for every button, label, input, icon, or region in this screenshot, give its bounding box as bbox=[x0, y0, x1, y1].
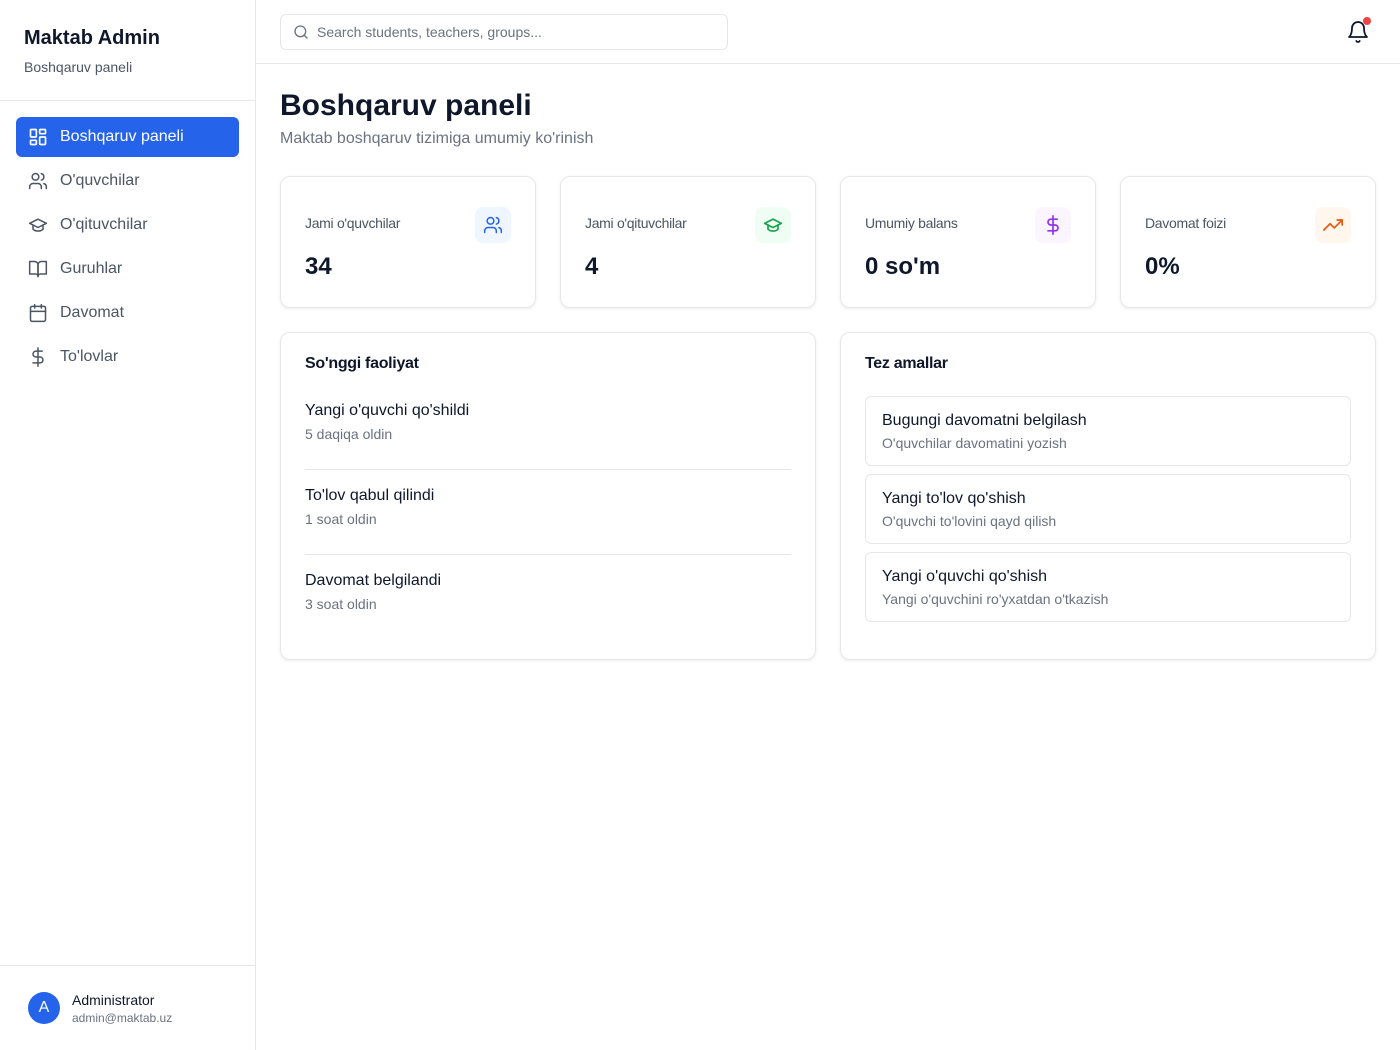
sidebar-item-label: Davomat bbox=[60, 304, 125, 321]
notification-dot bbox=[1363, 17, 1371, 25]
page-subtitle: Maktab boshqaruv tizimiga umumiy ko'rini… bbox=[280, 130, 594, 147]
page-title: Boshqaruv paneli bbox=[280, 89, 532, 122]
sidebar: Maktab Admin Boshqaruv paneli Boshqaruv … bbox=[0, 0, 256, 1050]
search-icon bbox=[294, 25, 308, 39]
activity-time: 3 soat oldin bbox=[305, 596, 377, 612]
dashboard-icon bbox=[28, 127, 48, 147]
action-title: Yangi to'lov qo'shish bbox=[882, 490, 1026, 507]
avatar: A bbox=[28, 992, 60, 1024]
add-student-button[interactable]: Yangi o'quvchi qo'shish Yangi o'quvchini… bbox=[865, 552, 1351, 622]
list-item: To'lov qabul qilindi 1 soat oldin bbox=[305, 470, 791, 555]
mark-attendance-button[interactable]: Bugungi davomatni belgilash O'quvchilar … bbox=[865, 396, 1351, 466]
action-description: O'quvchilar davomatini yozish bbox=[882, 435, 1067, 451]
sidebar-item-davomat[interactable]: Davomat bbox=[16, 293, 239, 333]
panel-title: Tez amallar bbox=[865, 355, 948, 372]
stat-card-students: Jami o'quvchilar 34 bbox=[280, 176, 536, 308]
sidebar-item-guruhlar[interactable]: Guruhlar bbox=[16, 249, 239, 289]
activity-time: 1 soat oldin bbox=[305, 511, 377, 527]
stats-row: Jami o'quvchilar 34 Jami o'qituvchilar 4… bbox=[280, 176, 1376, 308]
user-profile[interactable]: A Administrator admin@maktab.uz bbox=[0, 965, 255, 1050]
sidebar-item-label: O'qituvchilar bbox=[60, 216, 148, 233]
stat-value: 0% bbox=[1145, 253, 1180, 280]
activity-title: Davomat belgilandi bbox=[305, 572, 442, 589]
dollar-icon bbox=[28, 347, 48, 367]
calendar-icon bbox=[28, 303, 48, 323]
list-item: Davomat belgilandi 3 soat oldin bbox=[305, 555, 791, 640]
sidebar-item-oquvchilar[interactable]: O'quvchilar bbox=[16, 161, 239, 201]
quick-actions-panel: Tez amallar Bugungi davomatni belgilash … bbox=[840, 332, 1376, 660]
add-payment-button[interactable]: Yangi to'lov qo'shish O'quvchi to'lovini… bbox=[865, 474, 1351, 544]
search-box bbox=[280, 14, 728, 50]
activity-title: Yangi o'quvchi qo'shildi bbox=[305, 402, 470, 419]
recent-activity-panel: So'nggi faoliyat Yangi o'quvchi qo'shild… bbox=[280, 332, 816, 660]
stat-value: 0 so'm bbox=[865, 253, 941, 280]
graduation-cap-icon bbox=[755, 207, 791, 243]
activity-title: To'lov qabul qilindi bbox=[305, 487, 435, 504]
dollar-icon bbox=[1035, 207, 1071, 243]
activity-time: 5 daqiqa oldin bbox=[305, 426, 393, 442]
book-open-icon bbox=[28, 259, 48, 279]
stat-card-attendance: Davomat foizi 0% bbox=[1120, 176, 1376, 308]
sidebar-item-oqituvchilar[interactable]: O'qituvchilar bbox=[16, 205, 239, 245]
action-description: Yangi o'quvchini ro'yxatdan o'tkazish bbox=[882, 591, 1109, 607]
user-email: admin@maktab.uz bbox=[72, 1010, 173, 1025]
users-icon bbox=[475, 207, 511, 243]
user-name: Administrator bbox=[72, 991, 155, 1008]
topbar bbox=[256, 0, 1400, 64]
action-title: Bugungi davomatni belgilash bbox=[882, 412, 1087, 429]
search-input[interactable] bbox=[317, 24, 717, 40]
stat-card-balance: Umumiy balans 0 so'm bbox=[840, 176, 1096, 308]
stat-value: 34 bbox=[305, 253, 332, 280]
actions-list: Bugungi davomatni belgilash O'quvchilar … bbox=[865, 396, 1351, 622]
users-icon bbox=[28, 171, 48, 191]
action-title: Yangi o'quvchi qo'shish bbox=[882, 568, 1048, 585]
stat-card-teachers: Jami o'qituvchilar 4 bbox=[560, 176, 816, 308]
brand-subtitle: Boshqaruv paneli bbox=[24, 59, 133, 75]
sidebar-item-tolovlar[interactable]: To'lovlar bbox=[16, 337, 239, 377]
sidebar-item-label: Boshqaruv paneli bbox=[60, 128, 184, 145]
sidebar-item-label: O'quvchilar bbox=[60, 172, 140, 189]
sidebar-item-label: To'lovlar bbox=[60, 348, 119, 365]
trending-up-icon bbox=[1315, 207, 1351, 243]
action-description: O'quvchi to'lovini qayd qilish bbox=[882, 513, 1057, 529]
graduation-cap-icon bbox=[28, 215, 48, 235]
sidebar-nav: Boshqaruv paneli O'quvchilar O'qituvchil… bbox=[0, 101, 255, 377]
brand: Maktab Admin Boshqaruv paneli bbox=[0, 0, 255, 101]
main-content: Boshqaruv paneli Maktab boshqaruv tizimi… bbox=[280, 64, 1376, 660]
activity-list: Yangi o'quvchi qo'shildi 5 daqiqa oldin … bbox=[305, 401, 791, 640]
notifications-button[interactable] bbox=[1346, 17, 1371, 44]
panels-row: So'nggi faoliyat Yangi o'quvchi qo'shild… bbox=[280, 332, 1376, 660]
sidebar-item-label: Guruhlar bbox=[60, 260, 123, 277]
stat-value: 4 bbox=[585, 253, 599, 280]
sidebar-item-boshqaruv-paneli[interactable]: Boshqaruv paneli bbox=[16, 117, 239, 157]
panel-title: So'nggi faoliyat bbox=[305, 355, 419, 372]
list-item: Yangi o'quvchi qo'shildi 5 daqiqa oldin bbox=[305, 401, 791, 470]
brand-title: Maktab Admin bbox=[24, 27, 160, 49]
